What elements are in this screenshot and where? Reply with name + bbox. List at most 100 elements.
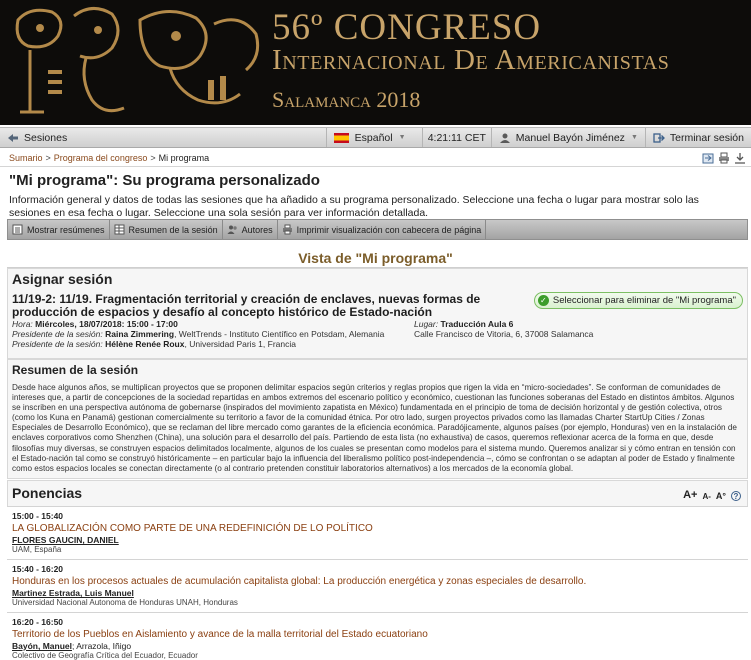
session-president-2: Presidente de la sesión: Hélène Renée Ro…	[12, 339, 296, 349]
logout-icon	[653, 132, 665, 143]
banner-artwork-image	[15, 7, 260, 114]
talk-affiliation: Universidad Nacional Autonoma de Hondura…	[12, 598, 238, 607]
show-summaries-button[interactable]: Mostrar resúmenes	[8, 220, 110, 239]
print-header-button[interactable]: Imprimir visualización con cabecera de p…	[278, 220, 487, 239]
font-decrease-icon[interactable]: A-	[702, 492, 710, 501]
user-name: Manuel Bayón Jiménez	[515, 131, 625, 144]
breadcrumb-current: Mi programa	[158, 153, 210, 163]
talk-item: 16:20 - 16:50 Territorio de los Pueblos …	[7, 612, 748, 660]
list-icon	[12, 224, 23, 235]
talk-affiliation: UAM, España	[12, 545, 62, 554]
talk-author-link[interactable]: Martinez Estrada, Luis Manuel	[12, 588, 134, 598]
language-label: Español	[354, 131, 393, 144]
session-address: Calle Francisco de Vitoria, 6, 37008 Sal…	[414, 329, 594, 339]
assign-session-heading: Asignar sesión	[12, 271, 113, 287]
language-selector[interactable]: Español ▼	[327, 128, 423, 147]
authors-button[interactable]: Autores	[223, 220, 278, 239]
check-icon: ✓	[537, 295, 549, 306]
logout-button[interactable]: Terminar sesión	[646, 128, 751, 147]
view-toolbar: Mostrar resúmenes Resumen de la sesión A…	[7, 219, 748, 240]
session-time: Hora: Miércoles, 18/07/2018: 15:00 - 17:…	[12, 319, 178, 329]
sessions-menu[interactable]: Sesiones	[0, 128, 327, 147]
talk-time: 15:40 - 16:20	[12, 564, 64, 574]
talk-authors: Martinez Estrada, Luis Manuel	[12, 588, 748, 598]
export-icon[interactable]	[702, 152, 714, 164]
session-place: Lugar: Traducción Aula 6	[414, 319, 513, 329]
print-icon	[282, 224, 292, 235]
page-tools	[702, 152, 746, 164]
time-label: Hora:	[12, 319, 33, 329]
banner-subtitle: Internacional De Americanistas	[272, 44, 670, 76]
breadcrumb: Sumario > Programa del congreso > Mi pro…	[0, 150, 751, 167]
sessions-label: Sesiones	[24, 131, 68, 144]
clock-display: 4:21:11 CET	[423, 128, 492, 147]
talks-heading: Ponencias	[12, 485, 83, 501]
print-header-label: Imprimir visualización con cabecera de p…	[296, 224, 482, 235]
president-affiliation: , WeltTrends - Instituto Científico en P…	[174, 329, 385, 339]
authors-label: Autores	[241, 224, 273, 235]
session-title: 11/19-2: 11/19. Fragmentación territoria…	[12, 292, 481, 319]
talk-item: 15:40 - 16:20 Honduras en los procesos a…	[7, 559, 748, 612]
breadcrumb-summary-link[interactable]: Sumario	[9, 153, 43, 163]
session-president-1: Presidente de la sesión: Raina Zimmering…	[12, 329, 384, 339]
user-menu[interactable]: Manuel Bayón Jiménez ▼	[492, 128, 646, 147]
talk-author-link[interactable]: Bayón, Manuel	[12, 641, 72, 651]
breadcrumb-separator: >	[150, 153, 156, 163]
font-increase-icon[interactable]: A+	[683, 489, 697, 501]
breadcrumb-program-link[interactable]: Programa del congreso	[54, 153, 148, 163]
view-heading: Vista de "Mi programa"	[298, 250, 453, 266]
president-name: Raina Zimmering	[105, 329, 175, 339]
font-size-tools: A+ A- A° ?	[683, 489, 741, 501]
show-summaries-label: Mostrar resúmenes	[27, 224, 105, 235]
clock-time: 4:21:11 CET	[427, 131, 486, 144]
help-icon[interactable]: ?	[731, 491, 741, 501]
talk-coauthors: ; Arrazola, Iñigo	[71, 641, 132, 651]
talk-title-link[interactable]: Honduras en los procesos actuales de acu…	[12, 576, 748, 587]
talk-author-link[interactable]: FLORES GAUCIN, DANIEL	[12, 535, 119, 545]
talk-authors: FLORES GAUCIN, DANIEL	[12, 535, 748, 545]
table-icon	[114, 224, 125, 235]
place-label: Lugar:	[414, 319, 439, 329]
print-icon[interactable]	[718, 152, 730, 164]
chevron-down-icon: ▼	[630, 134, 638, 141]
talk-time: 15:00 - 15:40	[12, 511, 64, 521]
remove-from-program-button[interactable]: ✓ Seleccionar para eliminar de "Mi progr…	[533, 292, 743, 309]
session-summary-label: Resumen de la sesión	[128, 224, 218, 235]
talk-time: 16:20 - 16:50	[12, 617, 64, 627]
session-summary-button[interactable]: Resumen de la sesión	[110, 220, 223, 239]
talks-panel: Ponencias A+ A- A° ?	[7, 480, 748, 507]
chevron-down-icon: ▼	[398, 134, 406, 141]
president-label: Presidente de la sesión:	[12, 339, 103, 349]
talks-list: 15:00 - 15:40 LA GLOBALIZACIÓN COMO PART…	[7, 506, 748, 660]
session-summary-text: Desde hace algunos años, se multiplican …	[12, 383, 737, 473]
user-icon	[499, 133, 510, 143]
talk-authors: Bayón, Manuel; Arrazola, Iñigo	[12, 641, 748, 651]
session-detail-panel: Asignar sesión 11/19-2: 11/19. Fragmenta…	[7, 268, 748, 359]
talk-affiliation: Colectivo de Geografía Crítica del Ecuad…	[12, 651, 198, 660]
spain-flag-icon	[333, 132, 349, 143]
banner-title: 56º CONGRESO	[272, 7, 542, 48]
remove-from-program-label: Seleccionar para eliminar de "Mi program…	[552, 295, 736, 306]
authors-icon	[227, 225, 237, 234]
download-icon[interactable]	[734, 152, 746, 164]
talk-title-link[interactable]: Territorio de los Pueblos en Aislamiento…	[12, 629, 748, 640]
font-reset-icon[interactable]: A°	[716, 491, 726, 501]
session-summary-heading: Resumen de la sesión	[12, 363, 139, 377]
breadcrumb-separator: >	[45, 153, 51, 163]
logout-label: Terminar sesión	[669, 131, 744, 144]
time-value: Miércoles, 18/07/2018: 15:00 - 17:00	[35, 319, 178, 329]
arrow-left-icon	[8, 133, 18, 142]
president-affiliation: , Universidad Paris 1, Francia	[184, 339, 296, 349]
banner-location: Salamanca 2018	[272, 87, 421, 112]
page-intro: Información general y datos de todas las…	[9, 194, 699, 219]
president-name: Hélène Renée Roux	[105, 339, 185, 349]
place-value: Traducción Aula 6	[440, 319, 514, 329]
page-title: "Mi programa": Su programa personalizado	[9, 172, 320, 189]
session-summary-panel: Resumen de la sesión Desde hace algunos …	[7, 359, 748, 479]
top-navigation-bar: Sesiones Español ▼ 4:21:11 CET Manuel Ba…	[0, 127, 751, 148]
president-label: Presidente de la sesión:	[12, 329, 103, 339]
talk-title-link[interactable]: LA GLOBALIZACIÓN COMO PARTE DE UNA REDEF…	[12, 523, 748, 534]
congress-banner: 56º CONGRESO Internacional De Americanis…	[0, 0, 751, 125]
talk-item: 15:00 - 15:40 LA GLOBALIZACIÓN COMO PART…	[7, 506, 748, 559]
